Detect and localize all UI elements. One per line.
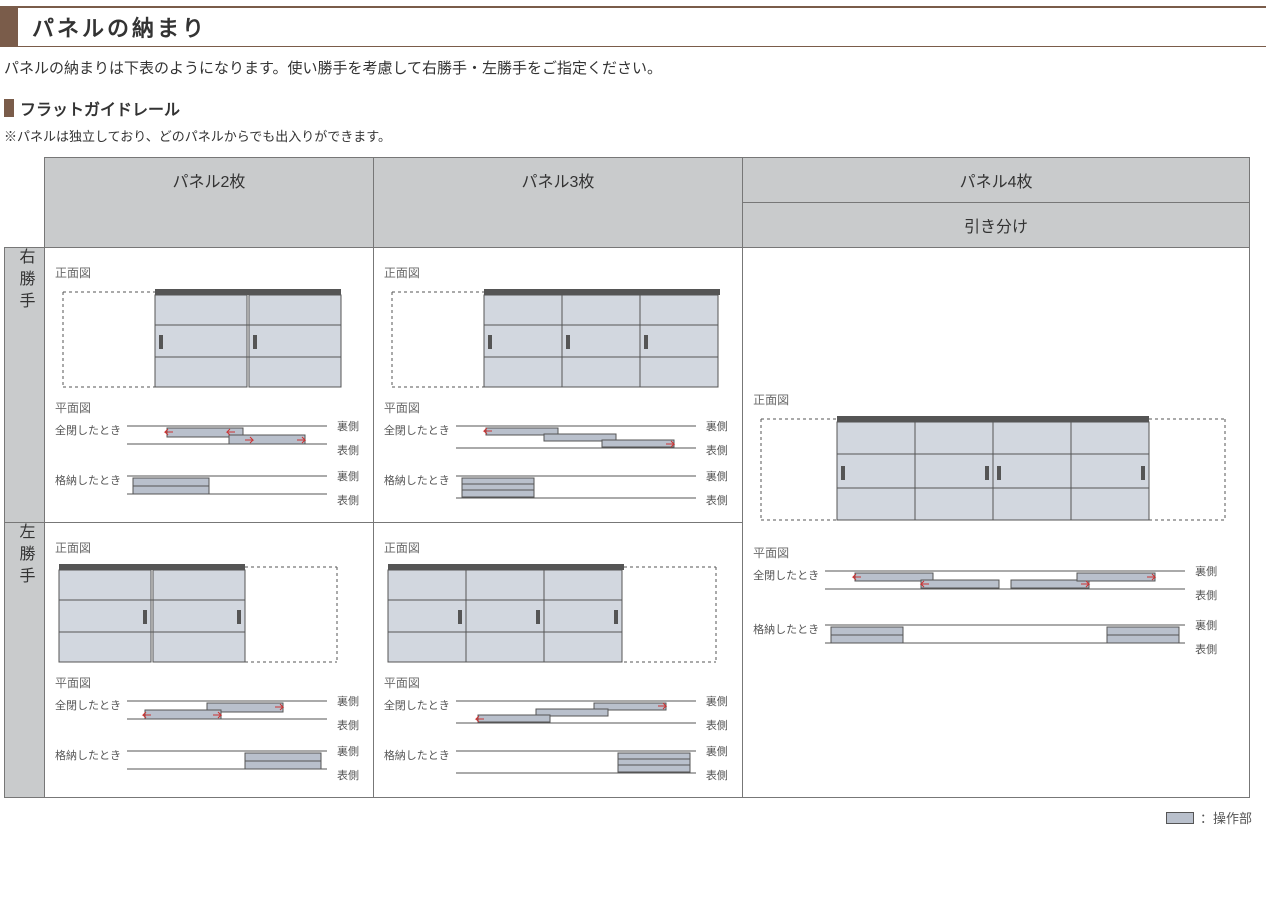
title-accent (0, 8, 18, 46)
subheading-accent (4, 99, 14, 117)
section-title: パネルの納まり (32, 11, 207, 43)
cell-left-p2: 正面図 平面図 全閉したとき (45, 523, 374, 798)
cell-p4: 正面図 平面図 全閉した (743, 248, 1250, 798)
lbl-plan: 平面図 (55, 399, 363, 416)
panel-table: パネル2枚 パネル3枚 パネル4枚 引き分け 右勝手 正面図 平面図 (4, 157, 1250, 798)
col-p4-sub: 引き分け (743, 203, 1250, 248)
diagram-plan-stored-p4 (825, 617, 1185, 651)
diagram-plan-stored-r2 (127, 468, 327, 502)
diagram-plan-stored-l2 (127, 743, 327, 777)
legend-swatch (1166, 812, 1194, 824)
cell-right-p2: 正面図 平面図 全閉したとき (45, 248, 374, 523)
diagram-front-r2 (55, 283, 345, 393)
diagram-plan-closed-r2 (127, 418, 327, 452)
intro-text: パネルの納まりは下表のようになります。使い勝手を考慮して右勝手・左勝手をご指定く… (4, 57, 1262, 78)
cell-left-p3: 正面図 平面図 全閉したとき (373, 523, 742, 798)
lbl-closed: 全閉したとき (55, 418, 121, 438)
diagram-plan-closed-l3 (456, 693, 696, 731)
diagram-front-l2 (55, 558, 345, 668)
diagram-plan-closed-p4 (825, 563, 1185, 597)
lbl-stored: 格納したとき (55, 468, 121, 488)
diagram-front-r3 (384, 283, 724, 393)
legend-text: ：操作部 (1200, 808, 1252, 827)
subheading: フラットガイドレール (20, 96, 180, 120)
legend: ：操作部 (0, 808, 1252, 827)
diagram-plan-stored-r3 (456, 468, 696, 506)
col-p2: パネル2枚 (45, 158, 374, 248)
diagram-plan-closed-l2 (127, 693, 327, 727)
diagram-front-l3 (384, 558, 724, 668)
row-left: 左勝手 (5, 523, 45, 798)
note-text: ※パネルは独立しており、どのパネルからでも出入りができます。 (4, 126, 1262, 145)
diagram-front-p4 (753, 410, 1233, 530)
subheading-row: フラットガイドレール (4, 96, 1262, 120)
diagram-plan-closed-r3 (456, 418, 696, 456)
section-title-bar: パネルの納まり (0, 6, 1266, 47)
diagram-plan-stored-l3 (456, 743, 696, 781)
row-right: 右勝手 (5, 248, 45, 523)
col-p3: パネル3枚 (373, 158, 742, 248)
col-p4: パネル4枚 (743, 158, 1250, 203)
lbl-front: 正面図 (55, 264, 363, 281)
cell-right-p3: 正面図 平面図 全閉したとき (373, 248, 742, 523)
